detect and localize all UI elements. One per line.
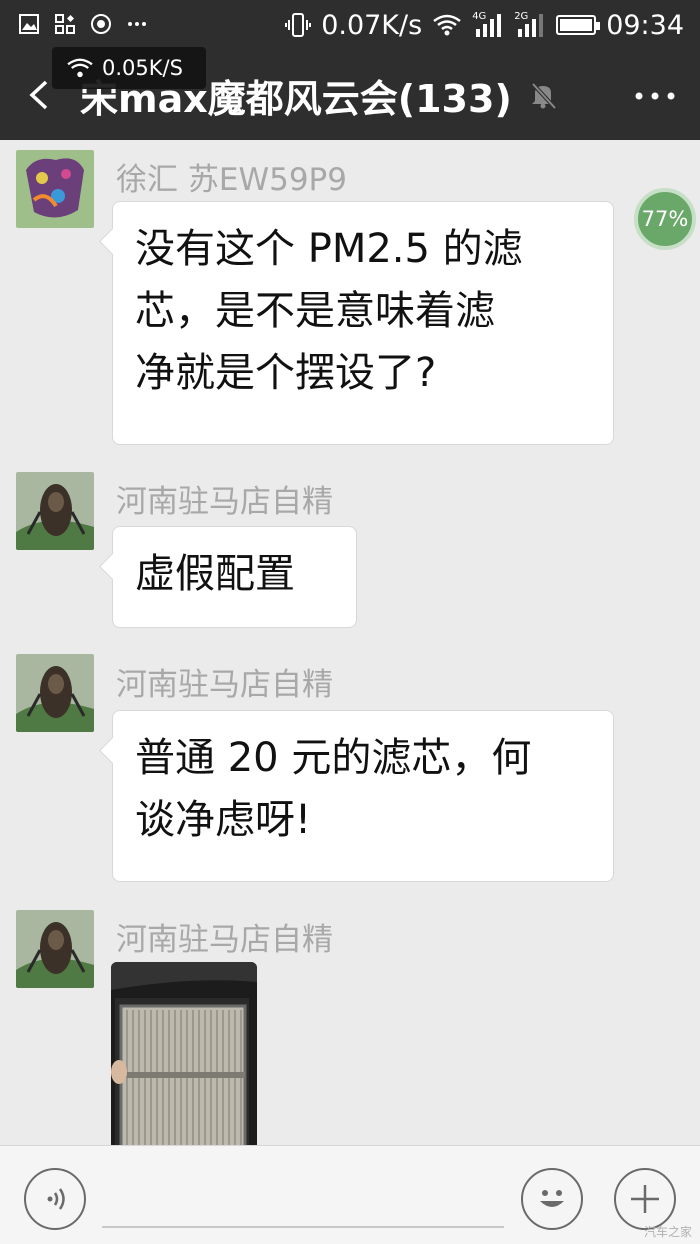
wifi-icon: [433, 14, 461, 36]
mute-bell-icon: [528, 80, 558, 114]
message-bubble[interactable]: 普通 20 元的滤芯，何 谈净虑呀!: [112, 710, 614, 882]
voice-button[interactable]: [24, 1168, 86, 1230]
avatar[interactable]: [16, 472, 94, 550]
message-line: 普通 20 元的滤芯，何: [135, 735, 532, 781]
sender-name: 河南驻马店自精: [116, 667, 333, 703]
sender-name: 河南驻马店自精: [116, 922, 333, 958]
watermark: 汽车之家: [643, 1225, 692, 1239]
avatar[interactable]: [16, 654, 94, 732]
status-icons-right: 0.07K/s 4G 2G 09:34: [285, 6, 684, 44]
gallery-icon: [19, 14, 39, 34]
wifi-icon: [67, 58, 93, 78]
vibrate-icon: [285, 13, 312, 37]
plus-icon: [631, 1185, 659, 1213]
net-speed: 0.07K/s: [321, 9, 423, 41]
avatar[interactable]: [16, 150, 94, 228]
record-icon: [91, 14, 111, 34]
input-bar: 汽车之家: [0, 1145, 700, 1244]
signal-4g-icon: [476, 14, 502, 37]
air-filter-photo: [111, 962, 257, 1145]
sender-name: 河南驻马店自精: [116, 484, 333, 520]
status-icons-left: [18, 13, 148, 35]
more-attachments-button[interactable]: [614, 1168, 676, 1230]
emoji-button[interactable]: [521, 1168, 583, 1230]
battery-icon: [556, 15, 601, 35]
sender-name: 徐汇 苏EW59P9: [116, 162, 347, 198]
message-bubble[interactable]: 没有这个 PM2.5 的滤 芯，是不是意味着滤 净就是个摆设了?: [112, 201, 614, 445]
ellipsis-icon: [635, 92, 675, 100]
overlay-speed: 0.05K/S: [102, 56, 183, 80]
signal-2g-icon: [518, 14, 544, 37]
smiley-icon: [540, 1190, 564, 1207]
avatar[interactable]: [16, 910, 94, 988]
clock: 09:34: [606, 9, 684, 41]
battery-percent-float[interactable]: 77%: [634, 188, 696, 250]
message-bubble[interactable]: 虚假配置: [112, 526, 357, 628]
signal-2g: 2G: [514, 11, 546, 39]
message-line: 没有这个 PM2.5 的滤: [135, 226, 523, 272]
image-message[interactable]: [111, 962, 257, 1145]
signal-4g: 4G: [472, 11, 504, 39]
status-bar: 0.07K/s 4G 2G 09:34: [0, 0, 700, 50]
message-input[interactable]: [102, 1226, 504, 1228]
more-options-button[interactable]: [630, 78, 680, 114]
message-list[interactable]: 徐汇 苏EW59P9 没有这个 PM2.5 的滤 芯，是不是意味着滤 净就是个摆…: [0, 140, 700, 1145]
more-notifications-icon: [128, 22, 146, 26]
message-line: 芯，是不是意味着滤: [135, 288, 495, 334]
message-line: 谈净虑呀!: [135, 797, 312, 843]
network-speed-overlay: 0.05K/S: [52, 47, 206, 89]
message-line: 虚假配置: [135, 551, 295, 597]
apps-icon: [55, 14, 75, 34]
voice-icon: [47, 1188, 65, 1210]
message-line: 净就是个摆设了?: [135, 350, 437, 396]
